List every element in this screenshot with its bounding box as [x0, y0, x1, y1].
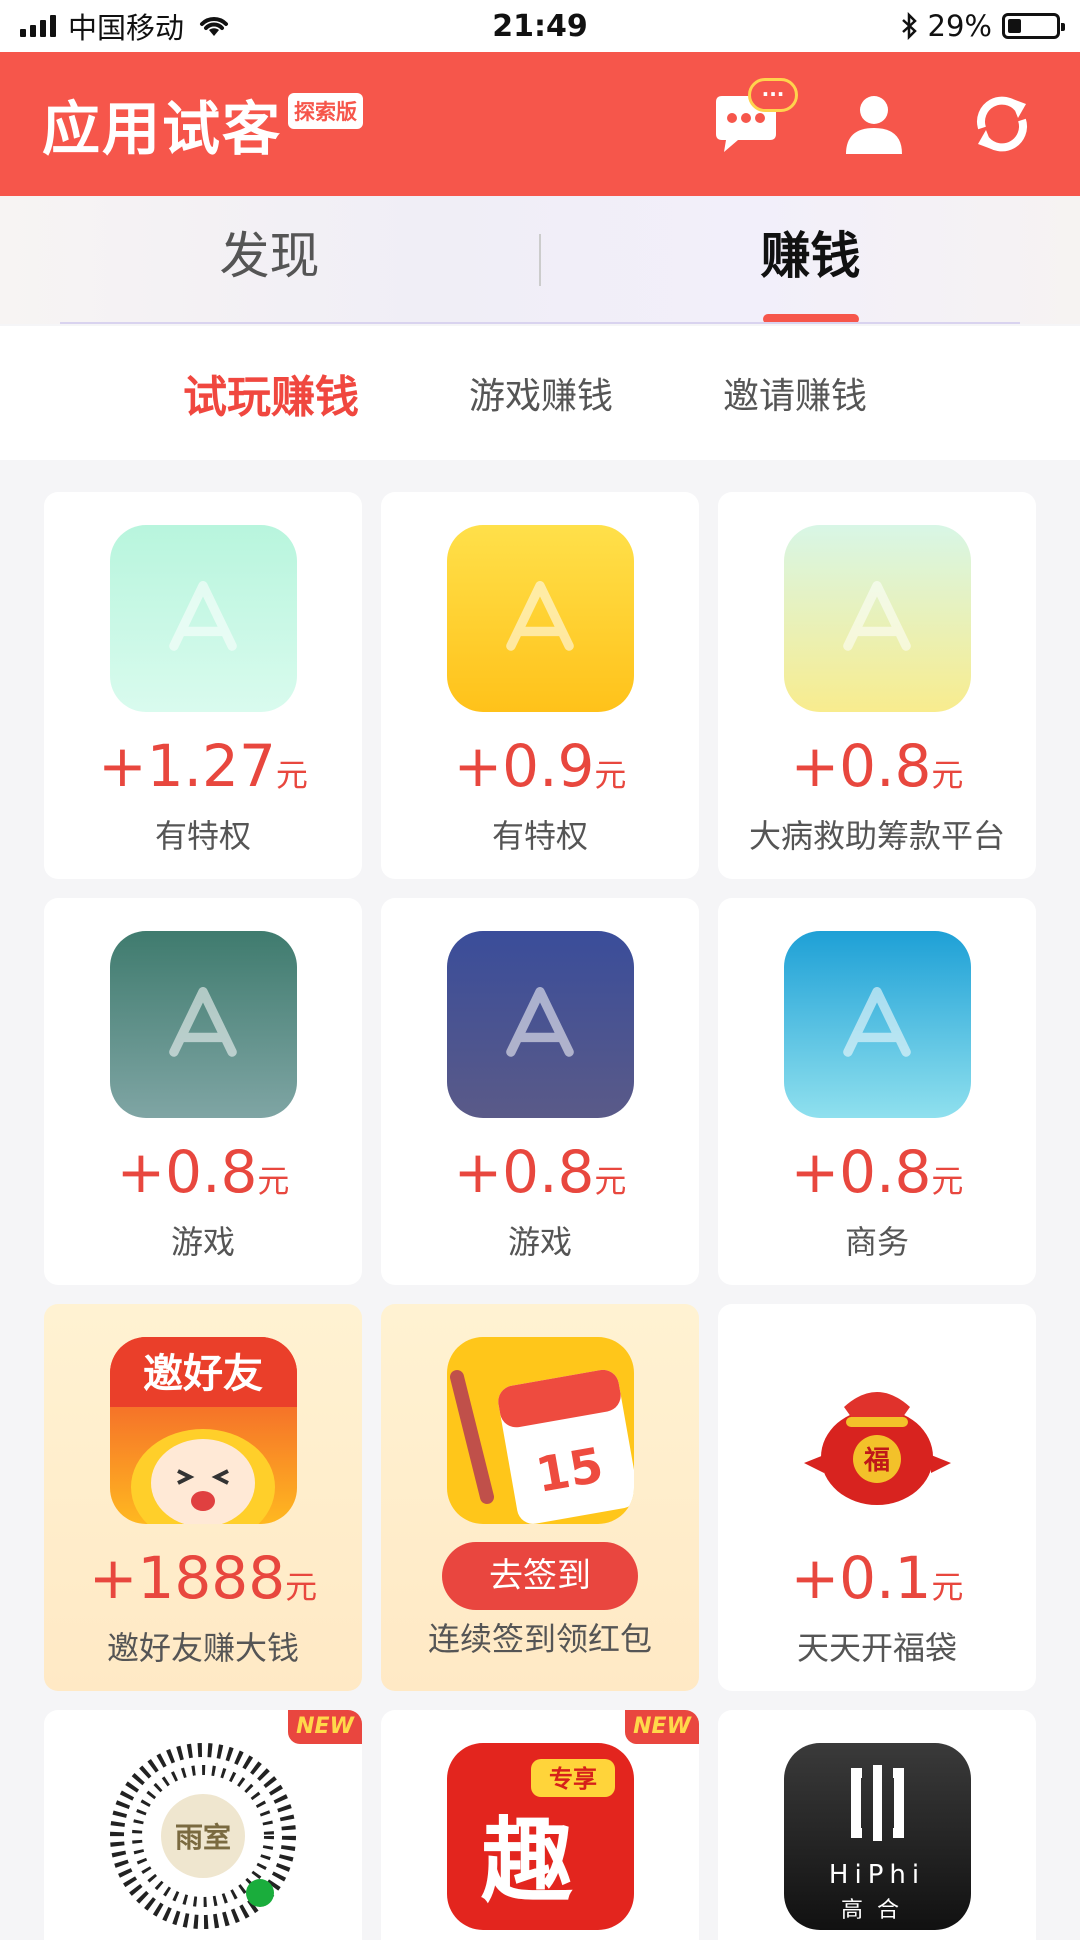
reward-amount: +0.9元 [453, 732, 627, 800]
reward-amount: +0.8元 [790, 1138, 964, 1206]
task-card[interactable]: +0.8元 游戏 [44, 898, 362, 1285]
app-store-icon [506, 986, 574, 1057]
app-icon [783, 931, 971, 1118]
checkin-card[interactable]: 15 去签到 连续签到领红包 [381, 1304, 699, 1691]
invite-friends-card[interactable]: 邀好友 +1888元 邀好友赚大钱 [44, 1304, 362, 1691]
task-label: 邀好友赚大钱 [106, 1629, 299, 1667]
new-tag: NEW [288, 1710, 362, 1744]
hiphi-logo: HiPhi 高合 [828, 1765, 924, 1923]
carrier-label: 中国移动 [68, 11, 185, 45]
main-tabs: 发现 赚钱 [0, 196, 1080, 324]
task-grid: +1.27元 有特权 +0.9元 有特权 +0.8元 大病救助筹款平台 +0.8… [44, 492, 1036, 1940]
cellular-signal-icon [20, 15, 56, 37]
app-store-icon [506, 580, 574, 651]
profile-button[interactable] [838, 88, 910, 160]
svg-text:高合: 高合 [840, 1898, 912, 1923]
tab-earn[interactable]: 赚钱 [541, 196, 1080, 324]
svg-text:专享: 专享 [549, 1765, 597, 1793]
refresh-icon [977, 96, 1027, 152]
task-label: 连续签到领红包 [427, 1620, 652, 1658]
fortune-bag-graphic: 福 [803, 1392, 951, 1505]
task-card[interactable]: +0.8元 游戏 [381, 898, 699, 1285]
message-badge: ··· [748, 78, 798, 112]
qu-app-icon: 专享 趣 [446, 1743, 634, 1930]
subtab-game-earn[interactable]: 游戏赚钱 [469, 367, 613, 419]
task-card[interactable]: +0.8元 大病救助筹款平台 [718, 492, 1036, 879]
mini-program-code: 雨室 [109, 1743, 296, 1929]
app-icon [446, 931, 634, 1118]
sub-tabs: 试玩赚钱 游戏赚钱 邀请赚钱 [0, 326, 1080, 460]
status-bar: 中国移动 21:49 29% [0, 0, 1080, 52]
reward-amount: +1.27元 [98, 732, 308, 800]
app-store-icon [169, 580, 237, 651]
messages-button[interactable]: ··· [710, 78, 798, 160]
cartoon-kid-icon: 邀好友 [109, 1337, 297, 1524]
svg-text:15: 15 [531, 1437, 607, 1504]
subtab-trial-earn[interactable]: 试玩赚钱 [183, 361, 359, 425]
task-card[interactable]: +1.27元 有特权 [44, 492, 362, 879]
new-tag: NEW [625, 1710, 699, 1744]
reward-amount: +0.8元 [116, 1138, 290, 1206]
lucky-bag-icon: 福 [783, 1337, 971, 1524]
reward-amount: +1888元 [88, 1544, 318, 1612]
app-header: 应用试客 探索版 ··· [0, 52, 1080, 196]
hiphi-app-icon: HiPhi 高合 [783, 1743, 971, 1930]
task-card[interactable]: +0.9元 有特权 [381, 492, 699, 879]
user-icon [846, 96, 902, 154]
app-icon [446, 525, 634, 712]
calendar-graphic: 15 [449, 1369, 634, 1524]
subtab-invite-earn[interactable]: 邀请赚钱 [723, 367, 867, 419]
battery-icon [1002, 13, 1065, 39]
task-card[interactable]: NEW 专享 趣 [381, 1710, 699, 1940]
bluetooth-icon [901, 12, 917, 40]
task-card[interactable]: +0.8元 商务 [718, 898, 1036, 1285]
task-label: 游戏 [170, 1223, 235, 1261]
task-card[interactable]: NEW 雨室 [44, 1710, 362, 1940]
task-label: 游戏 [507, 1223, 572, 1261]
task-label: 有特权 [154, 817, 251, 855]
svg-text:趣: 趣 [480, 1808, 572, 1915]
app-icon [109, 931, 297, 1118]
app-icon [783, 525, 971, 712]
svg-text:福: 福 [862, 1446, 889, 1476]
edition-badge: 探索版 [288, 93, 364, 129]
calendar-icon: 15 [446, 1337, 634, 1524]
reward-amount: +0.1元 [790, 1544, 964, 1612]
refresh-button[interactable] [966, 88, 1038, 160]
task-label: 天天开福袋 [796, 1629, 957, 1667]
app-icon [109, 525, 297, 712]
qu-logo: 专享 趣 [480, 1759, 615, 1915]
wifi-icon [200, 17, 229, 36]
app-store-icon [169, 986, 237, 1057]
task-label: 有特权 [491, 817, 588, 855]
tabs-underline [60, 322, 1020, 324]
invite-friends-icon: 邀好友 [109, 1337, 297, 1524]
checkin-button[interactable]: 去签到 [442, 1542, 638, 1610]
app-title: 应用试客 [42, 95, 283, 163]
lucky-bag-card[interactable]: 福 +0.1元 天天开福袋 [718, 1304, 1036, 1691]
tab-discover[interactable]: 发现 [0, 196, 539, 324]
app-store-icon [843, 986, 911, 1057]
task-label: 大病救助筹款平台 [748, 817, 1005, 855]
battery-percent: 29% [927, 9, 992, 43]
task-label: 商务 [844, 1223, 909, 1261]
reward-amount: +0.8元 [453, 1138, 627, 1206]
svg-text:邀好友: 邀好友 [143, 1351, 263, 1397]
app-store-icon [843, 580, 911, 651]
task-card[interactable]: HiPhi 高合 [718, 1710, 1036, 1940]
qr-code-icon: 雨室 [109, 1743, 297, 1930]
svg-text:HiPhi: HiPhi [828, 1860, 924, 1890]
reward-amount: +0.8元 [790, 732, 964, 800]
svg-text:雨室: 雨室 [174, 1821, 230, 1854]
